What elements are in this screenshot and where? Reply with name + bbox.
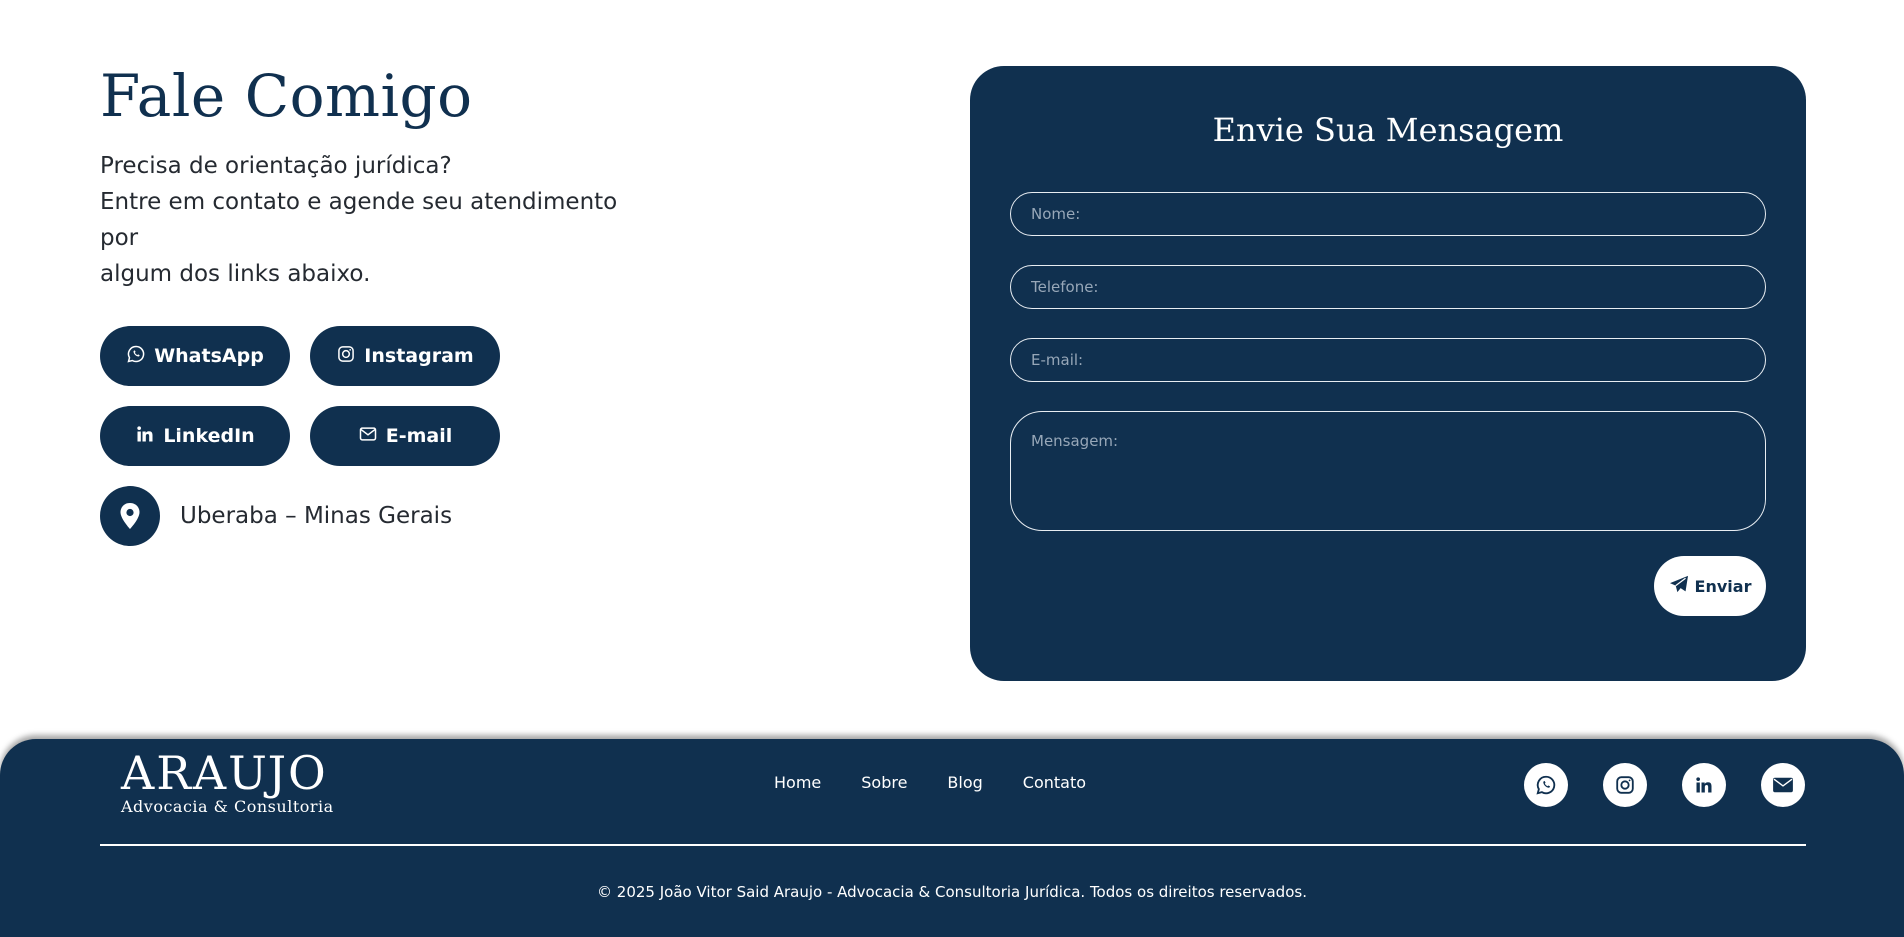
footer-nav-sobre[interactable]: Sobre bbox=[861, 773, 907, 792]
copyright-text: © 2025 João Vitor Said Araujo - Advocaci… bbox=[597, 883, 1307, 901]
intro-line-2: Entre em contato e agende seu atendiment… bbox=[100, 189, 618, 251]
send-button-label: Enviar bbox=[1694, 576, 1752, 596]
linkedin-button-label: LinkedIn bbox=[163, 425, 255, 447]
logo-main-text: ARAUJO bbox=[121, 746, 328, 800]
location-text: Uberaba – Minas Gerais bbox=[180, 503, 453, 529]
contact-info-section: Fale Comigo Precisa de orientação jurídi… bbox=[100, 58, 660, 546]
instagram-icon bbox=[336, 344, 356, 369]
footer-email-link[interactable] bbox=[1761, 763, 1805, 807]
location-row: Uberaba – Minas Gerais bbox=[100, 486, 660, 546]
contact-intro: Precisa de orientação jurídica? Entre em… bbox=[100, 148, 660, 292]
message-form-card: Envie Sua Mensagem Enviar bbox=[970, 66, 1806, 681]
contact-page: Fale Comigo Precisa de orientação jurídi… bbox=[0, 0, 1904, 937]
intro-line-1: Precisa de orientação jurídica? bbox=[100, 153, 452, 179]
email-input[interactable] bbox=[1010, 338, 1766, 382]
footer-socials bbox=[1524, 763, 1805, 807]
footer-nav-contato[interactable]: Contato bbox=[1023, 773, 1086, 792]
footer-instagram-link[interactable] bbox=[1603, 763, 1647, 807]
linkedin-icon bbox=[1696, 777, 1712, 793]
whatsapp-button-label: WhatsApp bbox=[154, 345, 264, 367]
footer-whatsapp-link[interactable] bbox=[1524, 763, 1568, 807]
whatsapp-icon bbox=[126, 344, 146, 369]
brand-logo[interactable]: ARAUJO Advocacia & Consultoria bbox=[121, 747, 334, 816]
intro-line-3: algum dos links abaixo. bbox=[100, 261, 371, 287]
message-textarea[interactable] bbox=[1010, 411, 1766, 531]
envelope-icon bbox=[358, 424, 378, 449]
envelope-icon bbox=[1773, 777, 1793, 793]
whatsapp-button[interactable]: WhatsApp bbox=[100, 326, 290, 386]
logo-sub-text: Advocacia & Consultoria bbox=[121, 797, 334, 816]
name-input[interactable] bbox=[1010, 192, 1766, 236]
contact-buttons: WhatsApp Instagram LinkedIn E-mail bbox=[100, 326, 660, 466]
instagram-icon bbox=[1616, 776, 1634, 794]
location-pin-icon bbox=[100, 486, 160, 546]
form-title: Envie Sua Mensagem bbox=[1212, 111, 1564, 149]
footer-linkedin-link[interactable] bbox=[1682, 763, 1726, 807]
linkedin-icon bbox=[135, 424, 155, 449]
footer-nav-home[interactable]: Home bbox=[774, 773, 821, 792]
send-button[interactable]: Enviar bbox=[1654, 556, 1766, 616]
phone-input[interactable] bbox=[1010, 265, 1766, 309]
site-footer: ARAUJO Advocacia & Consultoria Home Sobr… bbox=[0, 739, 1904, 937]
email-button[interactable]: E-mail bbox=[310, 406, 500, 466]
whatsapp-icon bbox=[1536, 775, 1556, 795]
footer-nav-blog[interactable]: Blog bbox=[947, 773, 982, 792]
footer-nav: Home Sobre Blog Contato bbox=[774, 773, 1086, 792]
footer-divider bbox=[100, 844, 1806, 846]
email-button-label: E-mail bbox=[385, 425, 453, 447]
linkedin-button[interactable]: LinkedIn bbox=[100, 406, 290, 466]
paper-plane-icon bbox=[1669, 575, 1689, 597]
instagram-button-label: Instagram bbox=[364, 345, 474, 367]
contact-title: Fale Comigo bbox=[100, 62, 473, 130]
instagram-button[interactable]: Instagram bbox=[310, 326, 500, 386]
